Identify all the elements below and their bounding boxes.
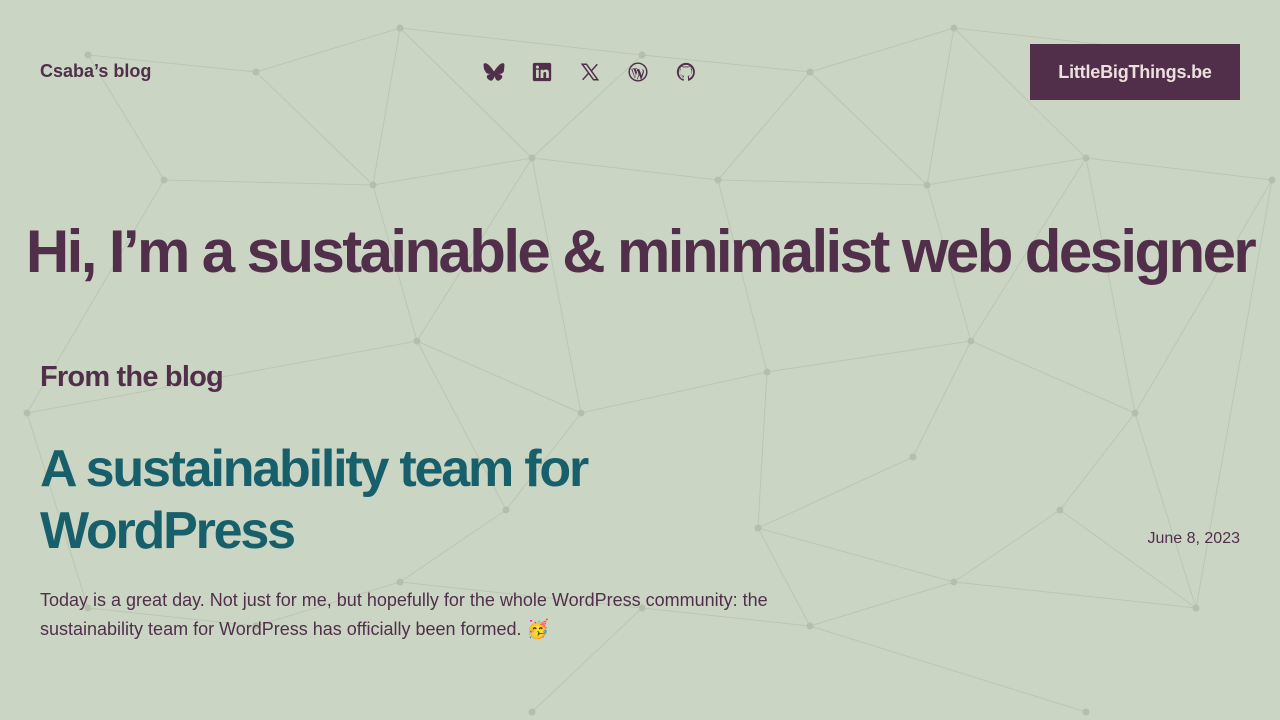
- x-link[interactable]: [578, 60, 602, 84]
- social-links: [482, 60, 698, 84]
- bluesky-link[interactable]: [482, 60, 506, 84]
- post-date: June 8, 2023: [1147, 530, 1240, 547]
- hero-title: Hi, I’m a sustainable & minimalist web d…: [25, 218, 1257, 285]
- wordpress-link[interactable]: [626, 60, 650, 84]
- github-icon: [676, 62, 695, 81]
- site-title-link[interactable]: Csaba’s blog: [40, 61, 151, 82]
- linkedin-icon: [532, 62, 552, 82]
- section-title: From the blog: [40, 361, 224, 393]
- github-link[interactable]: [674, 60, 698, 84]
- x-icon: [580, 63, 600, 81]
- post-title-link[interactable]: A sustainability team for WordPress: [40, 438, 680, 562]
- bluesky-icon: [483, 63, 505, 81]
- site-header: Csaba’s blog LittleBigThings.be: [40, 44, 1240, 100]
- wordpress-icon: [628, 62, 648, 82]
- page: Csaba’s blog LittleBigThings.be Hi, I’m …: [0, 0, 1280, 720]
- littlebigthings-button[interactable]: LittleBigThings.be: [1030, 44, 1240, 100]
- linkedin-link[interactable]: [530, 60, 554, 84]
- post-excerpt: Today is a great day. Not just for me, b…: [40, 590, 768, 639]
